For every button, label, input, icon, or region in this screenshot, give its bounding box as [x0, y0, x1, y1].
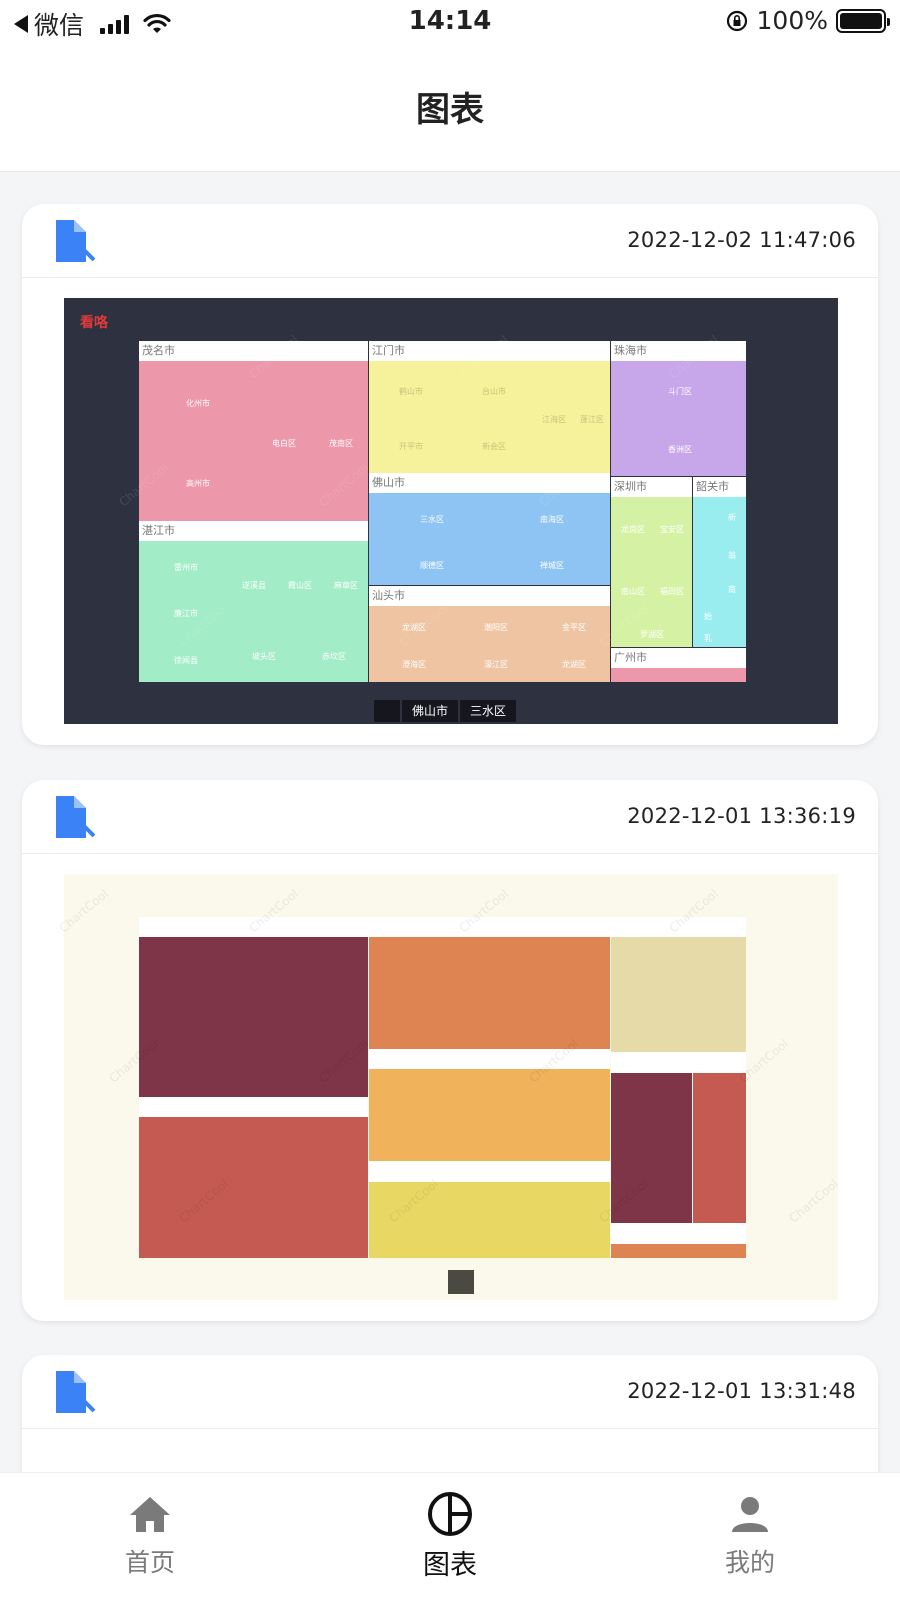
- group-header[interactable]: 韶关市: [693, 477, 746, 497]
- cell-label: 潮阳区: [484, 623, 508, 632]
- cell-label: 香洲区: [668, 445, 692, 454]
- cell-label: 高州市: [186, 479, 210, 488]
- user-icon: [732, 1497, 768, 1532]
- cell-label: 电白区: [272, 439, 296, 448]
- group-header[interactable]: 珠海市: [611, 341, 746, 361]
- treemap-cell[interactable]: [611, 668, 746, 682]
- treemap-cell[interactable]: [369, 493, 610, 585]
- tab-label: 我的: [724, 1548, 775, 1577]
- cell-label: 罗湖区: [640, 630, 664, 639]
- cell-label: 龙岗区: [621, 525, 645, 534]
- cell-label: 茂南区: [329, 439, 353, 448]
- treemap-cell[interactable]: [693, 1073, 746, 1223]
- cell-label: 南海区: [540, 515, 564, 524]
- file-export-icon[interactable]: [52, 1369, 96, 1415]
- treemap-header-bar: [139, 917, 746, 937]
- group-header[interactable]: 茂名市: [139, 341, 368, 361]
- cell-label: 徐闻县: [174, 656, 198, 665]
- cell-label: 化州市: [186, 399, 210, 408]
- cell-label: 蓬江区: [580, 415, 604, 424]
- treemap-header-bar: [369, 1161, 610, 1182]
- treemap-cell[interactable]: [369, 937, 610, 1049]
- card-header: 2022-12-02 11:47:06: [22, 204, 878, 278]
- card-date: 2022-12-01 13:31:48: [627, 1379, 856, 1403]
- cell-label: 濠江区: [484, 660, 508, 669]
- watermark: ChartCool: [786, 1176, 841, 1226]
- cell-label: 澄海区: [402, 660, 426, 669]
- cell-label: 金平区: [562, 623, 586, 632]
- cell-label: 南山区: [621, 587, 645, 596]
- status-bar: 微信 14:14 100%: [0, 0, 900, 48]
- treemap-header-bar: [139, 1097, 368, 1117]
- group-header[interactable]: 深圳市: [611, 477, 692, 497]
- cell-label: 龙湖区: [562, 660, 586, 669]
- group-header[interactable]: 广州市: [611, 648, 746, 668]
- cell-label: 宝安区: [660, 525, 684, 534]
- watermark: ChartCool: [56, 886, 111, 936]
- cell-label: 南: [728, 585, 736, 594]
- page-title: 图表: [416, 90, 484, 130]
- tab-bar: 首页 图表 我的: [0, 1472, 900, 1600]
- cell-label: 新会区: [482, 442, 506, 451]
- treemap-cell[interactable]: [139, 1117, 368, 1258]
- cell-label: 台山市: [482, 387, 506, 396]
- cell-label: 禅城区: [540, 561, 564, 570]
- nav-bar: 图表: [0, 48, 900, 172]
- cell-label: 始: [704, 612, 712, 621]
- rotation-lock-icon: [726, 10, 747, 31]
- cell-label: 霞山区: [288, 581, 312, 590]
- cell-label: 雷州市: [174, 563, 198, 572]
- cell-label: 顺德区: [420, 561, 444, 570]
- group-header[interactable]: 汕头市: [369, 586, 610, 606]
- battery-icon: [836, 8, 890, 33]
- cell-label: 鹤山市: [399, 387, 423, 396]
- treemap-cell[interactable]: [611, 1244, 746, 1258]
- file-export-icon[interactable]: [52, 218, 96, 264]
- chart-card[interactable]: 2022-12-02 11:47:06 看咯 茂名市 化州市 电白区 茂南区 高…: [22, 204, 878, 745]
- tab-label: 首页: [124, 1548, 175, 1577]
- treemap-chart[interactable]: 看咯 茂名市 化州市 电白区 茂南区 高州市 湛江市 雷州市 遂溪县 霞山区 麻…: [64, 298, 838, 724]
- breadcrumb-item[interactable]: 三水区: [460, 700, 517, 722]
- cell-label: 福田区: [660, 587, 684, 596]
- cell-label: 新: [728, 513, 736, 522]
- breadcrumb: 佛山市 三水区: [374, 700, 518, 722]
- card-header: 2022-12-01 13:36:19: [22, 780, 878, 854]
- treemap-header-bar: [611, 1052, 746, 1073]
- tab-mine[interactable]: 我的: [690, 1491, 810, 1579]
- cell-label: 三水区: [420, 515, 444, 524]
- treemap-cell[interactable]: [369, 361, 610, 473]
- breadcrumb-item[interactable]: 佛山市: [402, 700, 459, 722]
- tab-chart[interactable]: 图表: [390, 1491, 510, 1582]
- cell-label: 廉江市: [174, 609, 198, 618]
- chart-title: 看咯: [80, 315, 108, 331]
- card-header: 2022-12-01 13:31:48: [22, 1355, 878, 1429]
- breadcrumb-root[interactable]: [448, 1270, 474, 1294]
- treemap-chart[interactable]: ChartCool ChartCool ChartCool ChartCool …: [56, 874, 841, 1300]
- cell-label: 开平市: [399, 442, 423, 451]
- group-header[interactable]: 湛江市: [139, 521, 368, 541]
- treemap-cell[interactable]: [611, 937, 746, 1052]
- breadcrumb-root[interactable]: [374, 700, 400, 722]
- home-icon: [130, 1497, 170, 1532]
- cell-label: 乳: [704, 634, 712, 643]
- treemap-cell[interactable]: [693, 497, 746, 647]
- chart-card[interactable]: 2022-12-01 13:36:19 ChartCool ChartCool …: [22, 780, 878, 1321]
- treemap-cell[interactable]: [369, 1069, 610, 1161]
- file-export-icon[interactable]: [52, 794, 96, 840]
- cell-label: 赤坎区: [322, 652, 346, 661]
- cell-label: 翁: [728, 551, 736, 560]
- tab-home[interactable]: 首页: [90, 1491, 210, 1579]
- treemap-header-bar: [611, 1223, 746, 1244]
- chart-pie-icon: [428, 1492, 472, 1536]
- tab-label: 图表: [423, 1550, 477, 1581]
- treemap-cell[interactable]: [369, 1182, 610, 1258]
- cell-label: 坡头区: [252, 652, 276, 661]
- cell-label: 麻章区: [334, 581, 358, 590]
- card-date: 2022-12-01 13:36:19: [627, 804, 856, 828]
- card-date: 2022-12-02 11:47:06: [627, 228, 856, 252]
- cell-label: 遂溪县: [242, 581, 266, 590]
- cell-label: 斗门区: [668, 387, 692, 396]
- cell-label: 江海区: [542, 415, 566, 424]
- battery-percent: 100%: [756, 6, 828, 35]
